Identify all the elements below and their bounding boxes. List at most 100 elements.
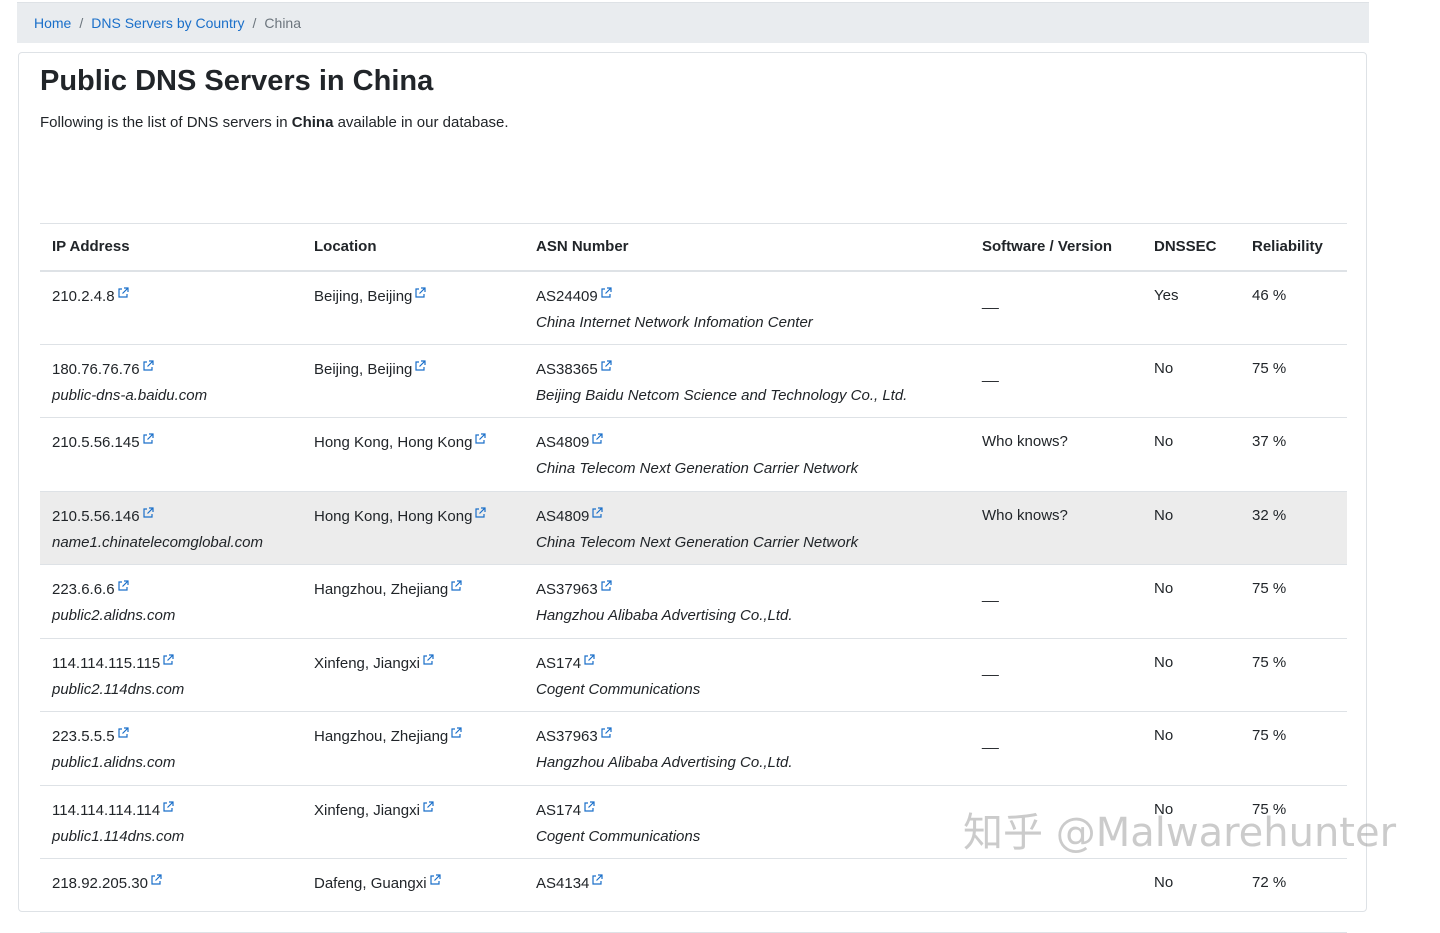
table-row[interactable]: 223.5.5.5 public1.alidns.com Hangzhou, Zhe… — [40, 711, 1347, 786]
ip-address: 180.76.76.76 — [52, 360, 140, 378]
table-row[interactable]: 218.92.205.30 Dafeng, Guangxi AS4134 No 72 % — [40, 858, 1347, 933]
asn-organization: Cogent Communications — [536, 827, 701, 845]
cell-ip: 114.114.114.114 public1.114dns.com — [40, 785, 302, 859]
software-version: Who knows? — [982, 433, 1068, 450]
breadcrumb: Home / DNS Servers by Country / China — [17, 2, 1369, 43]
content-card: Public DNS Servers in China Following is… — [18, 52, 1367, 933]
cell-ip: 223.5.5.5 public1.alidns.com — [40, 711, 302, 786]
external-link-icon[interactable] — [600, 286, 612, 299]
cell-software: __ — [970, 270, 1142, 345]
ip-address: 210.2.4.8 — [52, 287, 115, 305]
reliability-value: 75 % — [1252, 800, 1287, 818]
cell-ip: 180.76.76.76 public-dns-a.baidu.com — [40, 344, 302, 418]
header-software-version[interactable]: Software / Version — [970, 223, 1142, 272]
cell-asn: AS174 Cogent Communications — [524, 785, 970, 859]
table-row[interactable]: 223.6.6.6 public2.alidns.com Hangzhou, Zhe… — [40, 564, 1347, 639]
asn-organization: Beijing Baidu Netcom Science and Technol… — [536, 386, 908, 404]
header-ip-address[interactable]: IP Address — [40, 223, 302, 272]
external-link-icon[interactable] — [474, 506, 487, 519]
header-reliability[interactable]: Reliability — [1240, 223, 1347, 272]
header-location[interactable]: Location — [302, 223, 524, 272]
table-row[interactable]: 210.2.4.8 Beijing, Beijing AS24409 China In… — [40, 270, 1347, 345]
dns-servers-table: IP Address Location ASN Number Software … — [40, 223, 1347, 933]
header-dnssec[interactable]: DNSSEC — [1142, 223, 1240, 272]
breadcrumb-separator: / — [79, 15, 84, 31]
external-link-icon[interactable] — [600, 727, 612, 739]
cell-dnssec: No — [1142, 491, 1240, 565]
external-link-icon[interactable] — [583, 800, 595, 813]
cell-software: __ — [970, 344, 1142, 418]
cell-ip: 210.5.56.146 name1.chinatelecomglobal.com — [40, 491, 302, 565]
external-link-icon[interactable] — [150, 874, 162, 886]
table-row[interactable]: 180.76.76.76 public-dns-a.baidu.com Beijin… — [40, 344, 1347, 418]
cell-location: Hong Kong, Hong Kong — [302, 417, 524, 492]
cell-location: Hong Kong, Hong Kong — [302, 491, 524, 565]
table-row[interactable]: 210.5.56.146 name1.chinatelecomglobal.com… — [40, 491, 1347, 565]
cell-software: __ — [970, 638, 1142, 712]
cell-software — [970, 858, 1142, 933]
cell-reliability: 75 % — [1240, 785, 1347, 859]
external-link-icon[interactable] — [142, 506, 154, 519]
asn-number: AS174 — [536, 801, 582, 819]
external-link-icon[interactable] — [117, 727, 129, 739]
external-link-icon[interactable] — [142, 433, 154, 445]
cell-dnssec: No — [1142, 711, 1240, 786]
cell-reliability: 75 % — [1240, 564, 1347, 639]
external-link-icon[interactable] — [117, 286, 129, 299]
cell-reliability: 72 % — [1240, 858, 1347, 933]
external-link-icon[interactable] — [450, 727, 462, 739]
external-link-icon[interactable] — [414, 359, 427, 372]
intro-text: Following is the list of DNS servers in … — [40, 114, 509, 131]
dnssec-status: No — [1154, 653, 1174, 671]
hostname: name1.chinatelecomglobal.com — [52, 533, 263, 551]
external-link-icon[interactable] — [414, 286, 427, 299]
breadcrumb-separator: / — [252, 15, 257, 31]
cell-ip: 210.2.4.8 — [40, 270, 302, 345]
table-row[interactable]: 114.114.114.114 public1.114dns.com Xinfeng… — [40, 785, 1347, 859]
external-link-icon[interactable] — [583, 653, 595, 666]
cell-dnssec: No — [1142, 344, 1240, 418]
external-link-icon[interactable] — [117, 580, 129, 592]
table-body: 210.2.4.8 Beijing, Beijing AS24409 China In… — [40, 270, 1347, 933]
dnssec-status: No — [1154, 580, 1174, 597]
dnssec-status: No — [1154, 874, 1174, 891]
external-link-icon[interactable] — [422, 800, 434, 813]
cell-asn: AS174 Cogent Communications — [524, 638, 970, 712]
header-asn-number[interactable]: ASN Number — [524, 223, 970, 272]
asn-number: AS174 — [536, 654, 582, 672]
cell-reliability: 75 % — [1240, 711, 1347, 786]
software-version: __ — [982, 733, 999, 750]
cell-asn: AS24409 China Internet Network Infomation… — [524, 270, 970, 345]
ip-address: 114.114.114.114 — [52, 801, 161, 819]
hostname: public-dns-a.baidu.com — [52, 386, 208, 404]
external-link-icon[interactable] — [600, 580, 612, 592]
external-link-icon[interactable] — [429, 874, 441, 886]
cell-reliability: 46 % — [1240, 270, 1347, 345]
external-link-icon[interactable] — [591, 433, 603, 445]
cell-asn: AS4809 China Telecom Next Generation Carr… — [524, 417, 970, 492]
ip-address: 210.5.56.145 — [52, 434, 140, 451]
external-link-icon[interactable] — [591, 506, 603, 519]
external-link-icon[interactable] — [600, 359, 612, 372]
cell-ip: 223.6.6.6 public2.alidns.com — [40, 564, 302, 639]
cell-location: Hangzhou, Zhejiang — [302, 711, 524, 786]
table-row[interactable]: 210.5.56.145 Hong Kong, Hong Kong AS4809 Ch… — [40, 417, 1347, 492]
external-link-icon[interactable] — [422, 653, 434, 666]
asn-organization: China Telecom Next Generation Carrier Ne… — [536, 460, 859, 477]
cell-asn: AS37963 Hangzhou Alibaba Advertising Co.,… — [524, 564, 970, 639]
external-link-icon[interactable] — [142, 359, 154, 372]
table-row[interactable]: 114.114.115.115 public2.114dns.com Xinfeng… — [40, 638, 1347, 712]
external-link-icon[interactable] — [450, 580, 462, 592]
breadcrumb-countries-link[interactable]: DNS Servers by Country — [91, 15, 244, 31]
external-link-icon[interactable] — [474, 433, 487, 445]
cell-reliability: 75 % — [1240, 638, 1347, 712]
cell-reliability: 32 % — [1240, 491, 1347, 565]
cell-software: __ — [970, 564, 1142, 639]
asn-number: AS37963 — [536, 728, 598, 745]
software-version: Who knows? — [982, 506, 1068, 524]
external-link-icon[interactable] — [162, 653, 174, 666]
location-text: Hong Kong, Hong Kong — [314, 507, 473, 525]
breadcrumb-home-link[interactable]: Home — [34, 15, 71, 31]
external-link-icon[interactable] — [162, 800, 174, 813]
external-link-icon[interactable] — [591, 874, 603, 886]
